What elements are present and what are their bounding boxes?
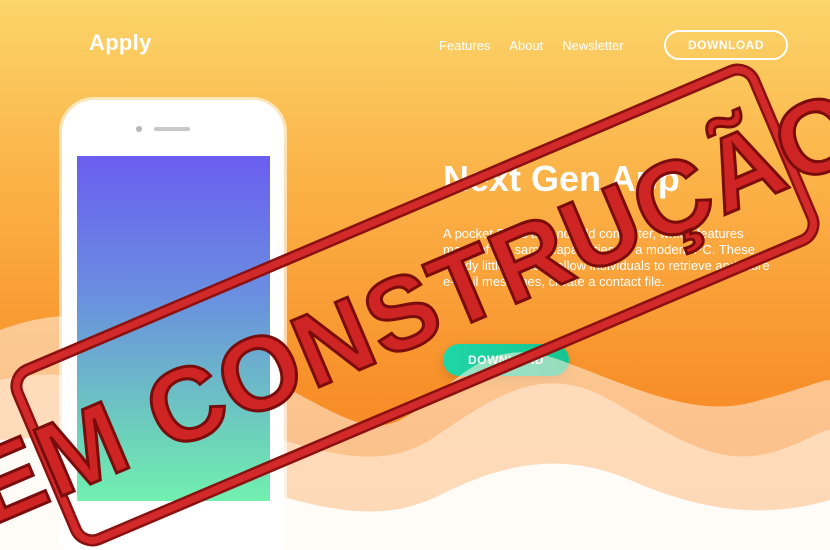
hero-section: Apply Features About Newsletter DOWNLOAD…: [0, 0, 830, 550]
phone-mockup: [62, 100, 284, 550]
phone-screen: [77, 156, 270, 501]
phone-speaker: [154, 127, 190, 131]
phone-camera: [136, 126, 142, 132]
